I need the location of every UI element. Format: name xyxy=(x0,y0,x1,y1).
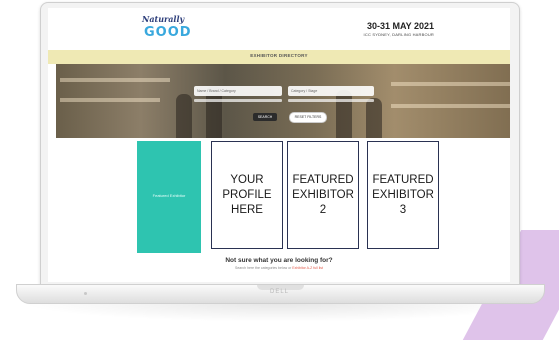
help-question: Not sure what you are looking for? xyxy=(225,257,333,264)
featured-exhibitor-tile[interactable]: Featured Exhibitor xyxy=(137,141,201,253)
logo-script: Naturally xyxy=(142,14,185,24)
hero-figure xyxy=(366,98,382,138)
category-search-input[interactable]: Category / Stage xyxy=(288,86,374,96)
featured-exhibitor-2-text: FEATURED EXHIBITOR 2 xyxy=(292,173,354,216)
event-date: 30-31 MAY 2021 xyxy=(366,21,434,31)
featured-exhibitor-3-text: FEATURED EXHIBITOR 3 xyxy=(372,173,434,216)
hero-image: Name / Brand / Category Category / Stage… xyxy=(56,64,510,138)
directory-banner: EXHIBITOR DIRECTORY xyxy=(48,50,510,64)
reset-filters-button[interactable]: RESET FILTERS xyxy=(289,112,327,123)
help-subtext-prefix: Search here the categories below or xyxy=(235,266,293,270)
event-venue: ICC SYDNEY, DARLING HARBOUR xyxy=(363,32,434,37)
exhibitor-list-link[interactable]: Exhibitor A-Z full list xyxy=(292,266,323,270)
directory-banner-label: EXHIBITOR DIRECTORY xyxy=(250,53,308,58)
logo-word: GOOD xyxy=(144,25,192,40)
search-button[interactable]: SEARCH xyxy=(253,113,277,121)
hero-shelf xyxy=(60,78,170,82)
laptop-screen: Naturally GOOD 30-31 MAY 2021 ICC SYDNEY… xyxy=(48,8,510,282)
keyword-search-input[interactable]: Name / Brand / Category xyxy=(194,86,282,96)
hero-shelf xyxy=(60,98,160,102)
category-filter-line xyxy=(288,99,374,102)
keyword-filter-line xyxy=(194,99,282,102)
profile-placeholder-card[interactable]: YOUR PROFILE HERE xyxy=(211,141,283,249)
site-logo[interactable]: Naturally GOOD xyxy=(142,14,194,44)
hero-figure xyxy=(176,94,192,138)
featured-exhibitor-label: Featured Exhibitor xyxy=(152,193,186,198)
hero-figure xyxy=(336,90,352,138)
laptop-brand: DELL xyxy=(269,289,289,295)
help-subtext: Search here the categories below or Exhi… xyxy=(48,266,510,270)
featured-exhibitor-2-card[interactable]: FEATURED EXHIBITOR 2 xyxy=(287,141,359,249)
site-header: Naturally GOOD 30-31 MAY 2021 ICC SYDNEY… xyxy=(48,8,510,48)
hero-shelf xyxy=(391,104,510,108)
profile-card-text: YOUR PROFILE HERE xyxy=(222,173,272,216)
hero-shelf xyxy=(391,82,510,86)
featured-exhibitor-3-card[interactable]: FEATURED EXHIBITOR 3 xyxy=(367,141,439,249)
